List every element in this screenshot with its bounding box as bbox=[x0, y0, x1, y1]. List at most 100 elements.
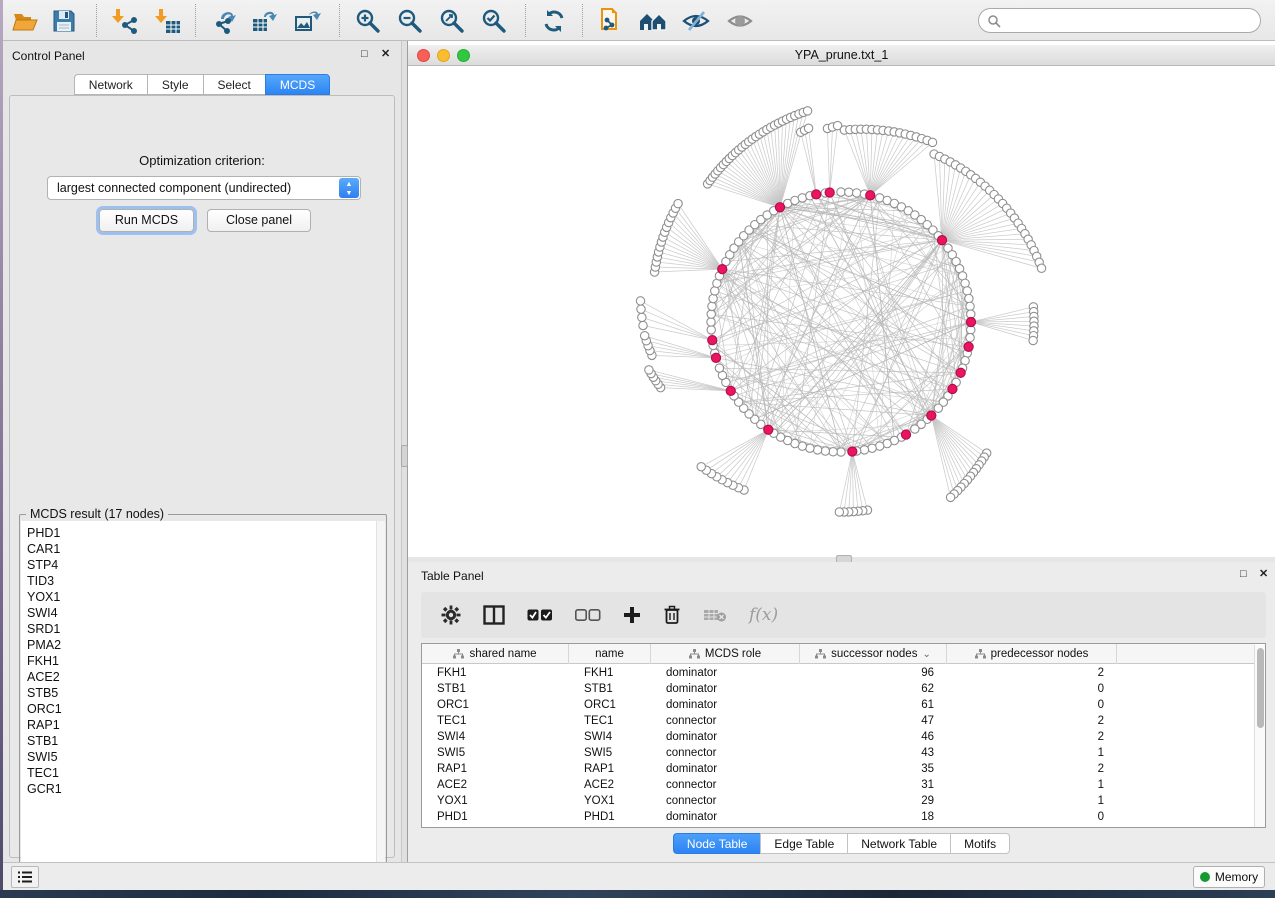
graph-node[interactable] bbox=[636, 297, 644, 305]
column-header-name[interactable]: name bbox=[569, 644, 651, 664]
mcds-result-item[interactable]: ACE2 bbox=[27, 669, 377, 685]
tab-network[interactable]: Network bbox=[74, 74, 147, 95]
graph-node[interactable] bbox=[966, 333, 974, 341]
close-panel-icon[interactable]: ✕ bbox=[381, 48, 390, 60]
graph-hub-node[interactable] bbox=[964, 342, 973, 351]
run-mcds-button[interactable]: Run MCDS bbox=[99, 209, 194, 232]
tab-mcds[interactable]: MCDS bbox=[265, 74, 330, 95]
add-column-icon[interactable] bbox=[623, 606, 641, 624]
graph-node[interactable] bbox=[674, 199, 682, 207]
table-row[interactable]: TEC1TEC1connector472 bbox=[422, 713, 1255, 729]
network-overview-icon[interactable] bbox=[636, 5, 670, 36]
table-row[interactable]: FKH1FKH1dominator962 bbox=[422, 665, 1255, 681]
float-table-panel-icon[interactable]: □ bbox=[1240, 568, 1247, 580]
graph-node[interactable] bbox=[965, 294, 973, 302]
table-row[interactable]: SWI5SWI5connector431 bbox=[422, 745, 1255, 761]
graph-node[interactable] bbox=[709, 294, 717, 302]
tab-motifs[interactable]: Motifs bbox=[950, 833, 1010, 854]
save-session-icon[interactable] bbox=[47, 5, 81, 36]
table-row[interactable]: RAP1RAP1dominator352 bbox=[422, 761, 1255, 777]
zoom-fit-icon[interactable] bbox=[435, 5, 469, 36]
graph-node[interactable] bbox=[835, 508, 843, 516]
graph-node[interactable] bbox=[639, 321, 647, 329]
graph-node[interactable] bbox=[803, 107, 811, 115]
graph-node[interactable] bbox=[715, 364, 723, 372]
graph-node[interactable] bbox=[707, 318, 715, 326]
graph-node[interactable] bbox=[868, 444, 876, 452]
table-scrollbar-thumb[interactable] bbox=[1257, 648, 1264, 728]
export-network-icon[interactable] bbox=[208, 5, 242, 36]
mcds-result-item[interactable]: FKH1 bbox=[27, 653, 377, 669]
tab-select[interactable]: Select bbox=[203, 74, 265, 95]
graph-hub-node[interactable] bbox=[726, 386, 735, 395]
table-row[interactable]: SWI4SWI4dominator462 bbox=[422, 729, 1255, 745]
graph-hub-node[interactable] bbox=[711, 353, 720, 362]
panel-menu-button[interactable] bbox=[11, 866, 39, 888]
close-table-panel-icon[interactable]: ✕ bbox=[1259, 568, 1268, 580]
graph-node[interactable] bbox=[697, 463, 705, 471]
zoom-in-icon[interactable] bbox=[351, 5, 385, 36]
graph-hub-node[interactable] bbox=[764, 425, 773, 434]
tab-node-table[interactable]: Node Table bbox=[673, 833, 761, 854]
hide-graphics-details-icon[interactable] bbox=[679, 5, 713, 36]
select-all-icon[interactable] bbox=[527, 608, 553, 622]
graph-node[interactable] bbox=[1029, 336, 1037, 344]
graph-hub-node[interactable] bbox=[866, 191, 875, 200]
graph-node[interactable] bbox=[1037, 264, 1045, 272]
export-table-icon[interactable] bbox=[248, 5, 282, 36]
search-input[interactable] bbox=[1006, 14, 1260, 28]
criterion-select[interactable]: largest connected component (undirected)… bbox=[47, 176, 361, 200]
graph-node[interactable] bbox=[911, 425, 919, 433]
mcds-result-item[interactable]: SRD1 bbox=[27, 621, 377, 637]
graph-hub-node[interactable] bbox=[708, 335, 717, 344]
graph-node[interactable] bbox=[966, 302, 974, 310]
mcds-result-item[interactable]: PMA2 bbox=[27, 637, 377, 653]
import-network-icon[interactable] bbox=[108, 5, 142, 36]
mcds-result-item[interactable]: TEC1 bbox=[27, 765, 377, 781]
column-header-MCDS-role[interactable]: MCDS role bbox=[651, 644, 800, 664]
graph-node[interactable] bbox=[837, 448, 845, 456]
graph-hub-node[interactable] bbox=[948, 384, 957, 393]
table-row[interactable]: ACE2ACE2connector311 bbox=[422, 777, 1255, 793]
mcds-result-item[interactable]: YOX1 bbox=[27, 589, 377, 605]
graph-node[interactable] bbox=[707, 310, 715, 318]
graph-node[interactable] bbox=[860, 446, 868, 454]
open-session-icon[interactable] bbox=[9, 5, 43, 36]
graph-node[interactable] bbox=[813, 446, 821, 454]
vertical-splitter-handle[interactable] bbox=[401, 445, 408, 467]
show-graphics-details-icon[interactable] bbox=[723, 5, 757, 36]
graph-hub-node[interactable] bbox=[775, 203, 784, 212]
mcds-result-item[interactable]: GCR1 bbox=[27, 781, 377, 797]
mcds-result-item[interactable]: TID3 bbox=[27, 573, 377, 589]
graph-hub-node[interactable] bbox=[966, 317, 975, 326]
mcds-result-item[interactable]: SWI5 bbox=[27, 749, 377, 765]
delete-column-icon[interactable] bbox=[663, 605, 681, 625]
graph-hub-node[interactable] bbox=[927, 411, 936, 420]
mcds-result-item[interactable]: STB5 bbox=[27, 685, 377, 701]
refresh-layout-icon[interactable] bbox=[537, 5, 571, 36]
graph-node[interactable] bbox=[934, 404, 942, 412]
deselect-all-icon[interactable] bbox=[575, 608, 601, 622]
mcds-result-item[interactable]: SWI4 bbox=[27, 605, 377, 621]
table-row[interactable]: YOX1YOX1connector291 bbox=[422, 793, 1255, 809]
zoom-out-icon[interactable] bbox=[393, 5, 427, 36]
table-row[interactable]: PHD1PHD1dominator180 bbox=[422, 809, 1255, 825]
graph-node[interactable] bbox=[638, 313, 646, 321]
graph-node[interactable] bbox=[946, 493, 954, 501]
graph-node[interactable] bbox=[845, 188, 853, 196]
graph-node[interactable] bbox=[821, 447, 829, 455]
tab-network-table[interactable]: Network Table bbox=[847, 833, 950, 854]
mcds-result-item[interactable]: STB1 bbox=[27, 733, 377, 749]
column-settings-gear-icon[interactable] bbox=[441, 605, 461, 625]
graph-node[interactable] bbox=[707, 326, 715, 334]
import-table-icon[interactable] bbox=[151, 5, 185, 36]
graph-node[interactable] bbox=[645, 366, 653, 374]
column-header-successor-nodes[interactable]: successor nodes⌄ bbox=[800, 644, 947, 664]
mcds-result-item[interactable]: CAR1 bbox=[27, 541, 377, 557]
export-image-icon[interactable] bbox=[291, 5, 325, 36]
vertical-splitter[interactable] bbox=[401, 41, 408, 862]
mcds-result-item[interactable]: ORC1 bbox=[27, 701, 377, 717]
graph-node[interactable] bbox=[640, 332, 648, 340]
show-columns-icon[interactable] bbox=[483, 605, 505, 625]
search-box[interactable] bbox=[978, 8, 1261, 33]
